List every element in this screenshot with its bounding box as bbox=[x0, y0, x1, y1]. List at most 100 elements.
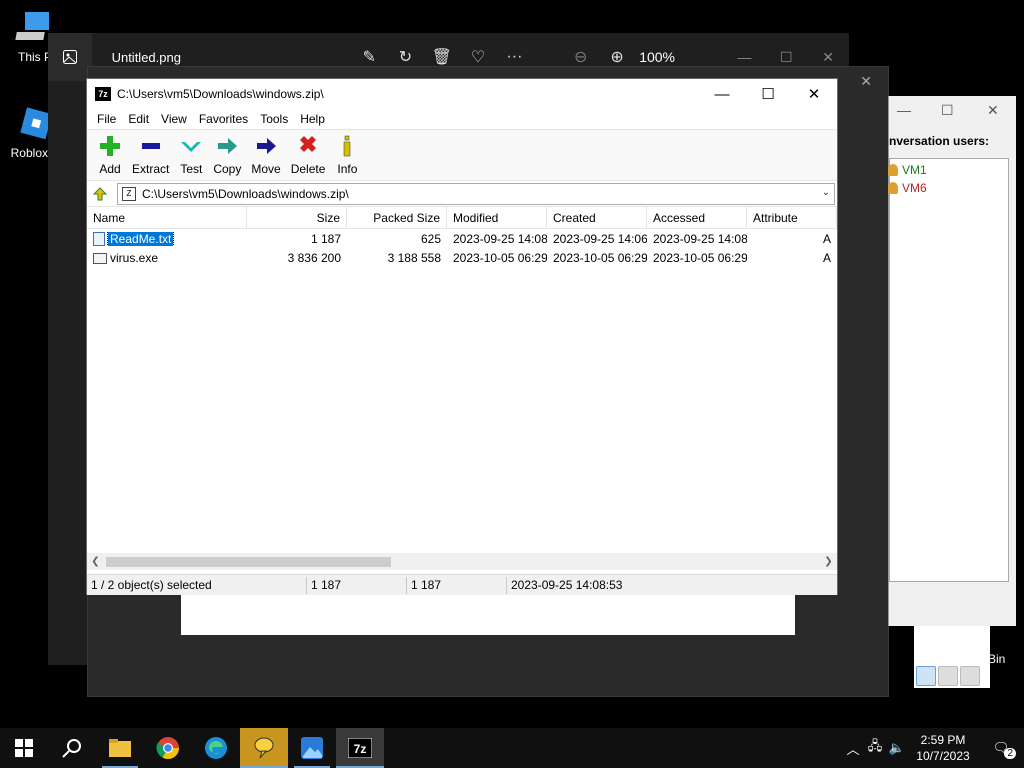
move-label: Move bbox=[251, 162, 281, 176]
column-attribute[interactable]: Attribute bbox=[747, 207, 837, 228]
edge-icon bbox=[205, 737, 227, 759]
file-name: ReadMe.txt bbox=[106, 231, 175, 246]
chrome-icon bbox=[156, 737, 179, 759]
column-modified[interactable]: Modified bbox=[447, 207, 547, 228]
scroll-left-icon[interactable]: ❮ bbox=[87, 556, 104, 567]
column-size[interactable]: Size bbox=[247, 207, 347, 228]
maximize-button[interactable]: ☐ bbox=[745, 79, 791, 109]
minimize-button[interactable]: — bbox=[897, 102, 911, 118]
menu-favorites[interactable]: Favorites bbox=[193, 112, 254, 126]
table-row[interactable]: virus.exe 3 836 200 3 188 558 2023-10-05… bbox=[87, 248, 837, 267]
zoom-out-icon[interactable]: ⊖ bbox=[563, 47, 599, 67]
trash-icon[interactable]: 🗑 bbox=[424, 47, 460, 67]
folder-icon bbox=[109, 739, 131, 757]
network-icon[interactable]: 🖧 bbox=[864, 737, 886, 759]
taskbar-edge[interactable] bbox=[192, 728, 240, 768]
window-title: C:\Users\vm5\Downloads\windows.zip\ bbox=[117, 87, 324, 101]
background-panel bbox=[181, 594, 795, 635]
test-label: Test bbox=[180, 162, 203, 176]
taskbar-chrome[interactable] bbox=[144, 728, 192, 768]
start-button[interactable] bbox=[0, 728, 48, 768]
conversation-users-list: VM1 VM6 bbox=[888, 158, 1009, 582]
edit-icon[interactable]: ✎ bbox=[351, 47, 387, 67]
scrollbar-thumb[interactable] bbox=[106, 557, 391, 567]
user-icon bbox=[888, 182, 898, 194]
zoom-level: 100% bbox=[639, 49, 675, 65]
zoom-in-icon[interactable]: ⊕ bbox=[599, 47, 635, 67]
info-label: Info bbox=[337, 162, 358, 176]
user-status-icon[interactable] bbox=[916, 666, 936, 686]
file-modified: 2023-10-05 06:29 bbox=[453, 250, 547, 265]
maximize-button[interactable]: ☐ bbox=[765, 49, 807, 66]
rotate-icon[interactable]: ↻ bbox=[387, 47, 423, 67]
info-button[interactable]: Info bbox=[330, 134, 364, 176]
horizontal-scrollbar[interactable]: ❮ ❯ bbox=[87, 553, 837, 570]
taskbar-7zip[interactable]: 7z bbox=[336, 728, 384, 768]
file-packed-size: 3 188 558 bbox=[387, 250, 441, 265]
minimize-button[interactable]: — bbox=[699, 79, 745, 109]
toolbar: Add Extract Test Copy Move Delete Info bbox=[87, 129, 837, 181]
search-button[interactable] bbox=[48, 728, 96, 768]
chevron-down-icon[interactable]: ⌄ bbox=[822, 187, 830, 198]
close-button[interactable]: ✕ bbox=[807, 49, 849, 66]
move-icon bbox=[254, 134, 278, 158]
status-bar: 1 / 2 object(s) selected 1 187 1 187 202… bbox=[87, 574, 837, 595]
scroll-right-icon[interactable]: ❯ bbox=[820, 556, 837, 567]
menu-edit[interactable]: Edit bbox=[122, 112, 155, 126]
file-modified: 2023-09-25 14:08 bbox=[453, 231, 547, 246]
delete-button[interactable]: Delete bbox=[286, 134, 331, 176]
folder-up-icon[interactable] bbox=[89, 183, 111, 205]
menu-file[interactable]: File bbox=[91, 112, 122, 126]
user-offline-icon[interactable] bbox=[960, 666, 980, 686]
chevron-up-icon[interactable]: ︿ bbox=[842, 739, 864, 758]
user-icon bbox=[888, 164, 898, 176]
chat-titlebar: — ☐ ✕ bbox=[889, 96, 1016, 124]
taskbar-file-explorer[interactable] bbox=[96, 728, 144, 768]
close-button[interactable]: ✕ bbox=[791, 79, 837, 109]
menu-help[interactable]: Help bbox=[294, 112, 331, 126]
close-icon[interactable]: ✕ bbox=[860, 73, 872, 90]
close-button[interactable]: ✕ bbox=[987, 102, 999, 119]
column-accessed[interactable]: Accessed bbox=[647, 207, 747, 228]
add-button[interactable]: Add bbox=[93, 134, 127, 176]
image-icon[interactable] bbox=[48, 33, 92, 81]
recycle-bin-label: Bin bbox=[988, 652, 1006, 666]
photos-title: Untitled.png bbox=[111, 49, 181, 65]
chat-bubble-icon bbox=[254, 737, 274, 759]
text-file-icon bbox=[93, 231, 105, 246]
test-button[interactable]: Test bbox=[174, 134, 208, 176]
copy-label: Copy bbox=[213, 162, 242, 176]
7zip-icon: 7z bbox=[348, 738, 372, 758]
column-name[interactable]: Name bbox=[87, 207, 247, 228]
copy-button[interactable]: Copy bbox=[208, 134, 246, 176]
column-packed-size[interactable]: Packed Size bbox=[347, 207, 447, 228]
file-list-header: Name Size Packed Size Modified Created A… bbox=[87, 207, 837, 229]
menu-view[interactable]: View bbox=[155, 112, 193, 126]
chat-user-vm1[interactable]: VM1 bbox=[888, 161, 1008, 179]
table-row[interactable]: ReadMe.txt 1 187 625 2023-09-25 14:08 20… bbox=[87, 229, 837, 248]
column-created[interactable]: Created bbox=[547, 207, 647, 228]
clock[interactable]: 2:59 PM 10/7/2023 bbox=[908, 732, 978, 764]
extract-label: Extract bbox=[132, 162, 170, 176]
more-icon[interactable]: ··· bbox=[496, 48, 532, 66]
clock-date: 10/7/2023 bbox=[916, 749, 970, 763]
maximize-button[interactable]: ☐ bbox=[941, 102, 954, 119]
extract-icon bbox=[139, 134, 163, 158]
chat-window: — ☐ ✕ nversation users: VM1 VM6 bbox=[888, 96, 1016, 626]
address-input[interactable]: Z C:\Users\vm5\Downloads\windows.zip\ ⌄ bbox=[117, 182, 835, 205]
minimize-button[interactable]: — bbox=[724, 49, 766, 65]
menu-tools[interactable]: Tools bbox=[254, 112, 294, 126]
taskbar-chat-app[interactable] bbox=[240, 728, 288, 768]
user-away-icon[interactable] bbox=[938, 666, 958, 686]
taskbar-photos[interactable] bbox=[288, 728, 336, 768]
desktop-icon-label: This P bbox=[17, 50, 52, 64]
heart-icon[interactable]: ♡ bbox=[460, 47, 496, 67]
file-attribute: A bbox=[822, 231, 831, 246]
test-icon bbox=[179, 134, 203, 158]
chat-user-vm6[interactable]: VM6 bbox=[888, 179, 1008, 197]
notification-center-icon[interactable]: 🗨 2 bbox=[978, 740, 1024, 759]
extract-button[interactable]: Extract bbox=[127, 134, 174, 176]
volume-muted-icon[interactable]: 🔈 bbox=[886, 740, 908, 756]
move-button[interactable]: Move bbox=[246, 134, 285, 176]
address-bar: Z C:\Users\vm5\Downloads\windows.zip\ ⌄ bbox=[87, 181, 837, 207]
